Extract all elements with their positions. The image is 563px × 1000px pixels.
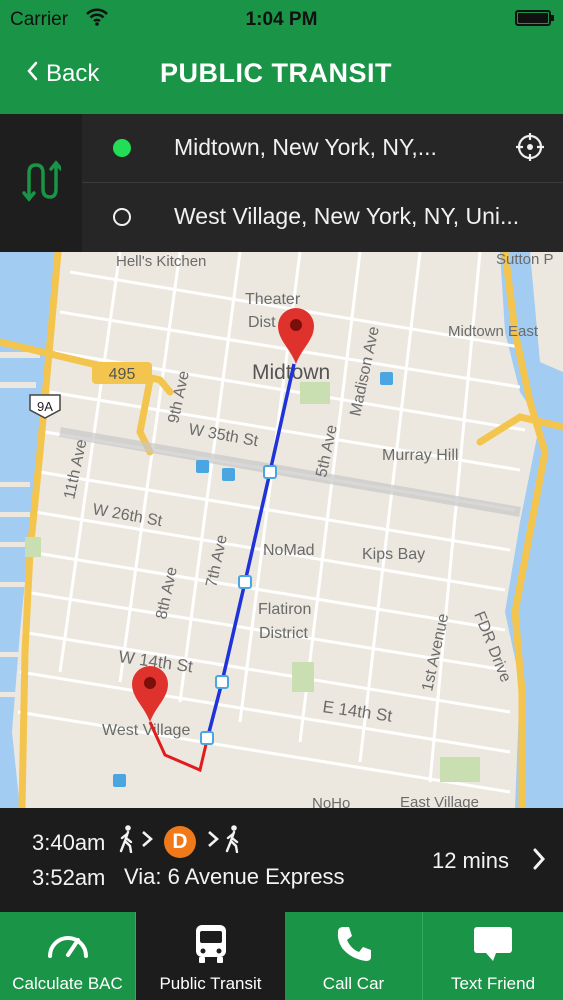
back-label: Back — [46, 60, 100, 87]
map-view[interactable]: 495 9A Hell's Kitchen Sutton P Theater D… — [0, 252, 563, 808]
trip-steps: D — [118, 825, 242, 858]
label-sutton: Sutton P — [496, 252, 554, 268]
walk-icon — [224, 825, 242, 858]
arrival-time: 3:52am — [32, 865, 106, 890]
label-west-village: West Village — [102, 722, 190, 739]
trip-summary[interactable]: 3:40am 3:52am D Via: 6 Avenue Express 12… — [0, 808, 563, 912]
tab-call-car[interactable]: Call Car — [285, 912, 423, 1000]
chevron-left-icon — [26, 60, 38, 88]
destination-address: West Village, New York, NY, Uni... — [174, 203, 520, 229]
current-location-button[interactable] — [515, 132, 545, 168]
route-via: Via: 6 Avenue Express — [124, 864, 345, 889]
status-time: 1:04 PM — [245, 9, 318, 30]
bus-icon — [136, 922, 285, 966]
tab-label: Public Transit — [159, 974, 262, 993]
status-bar: Carrier 1:04 PM — [0, 0, 563, 38]
label-district-cut: Dist — [248, 314, 276, 331]
tab-label: Text Friend — [450, 974, 536, 993]
back-button[interactable]: Back — [26, 60, 99, 88]
label-murray-hill: Murray Hill — [382, 447, 458, 464]
origin-address: Midtown, New York, NY,... — [174, 134, 437, 160]
route-panel: Midtown, New York, NY,... West Village, … — [0, 114, 563, 252]
label-east-village: East Village — [400, 794, 479, 808]
label-hells-kitchen: Hell's Kitchen — [116, 253, 206, 270]
page-title: PUBLIC TRANSIT — [160, 58, 392, 88]
walk-icon — [118, 825, 136, 858]
svg-text:495: 495 — [109, 366, 136, 383]
label-nomad: NoMad — [263, 542, 315, 559]
destination-dot-icon — [113, 208, 131, 226]
battery-icon — [515, 10, 554, 26]
svg-text:9A: 9A — [37, 399, 53, 414]
swap-route-button[interactable] — [0, 114, 82, 252]
trip-duration: 12 mins — [431, 848, 509, 873]
subway-line-badge: D — [164, 825, 196, 858]
label-noho: NoHo — [312, 795, 350, 808]
tab-bar: Calculate BAC Public Transit Call Car Te… — [0, 912, 563, 1000]
label-flatiron: Flatiron — [258, 601, 311, 618]
phone-icon — [285, 922, 422, 966]
origin-dot-icon — [113, 139, 131, 157]
tab-label: Call Car — [322, 974, 385, 993]
label-kips-bay: Kips Bay — [362, 546, 425, 563]
step-chevron-icon — [206, 829, 220, 854]
chat-bubble-icon — [423, 922, 563, 966]
speedometer-icon — [0, 922, 135, 966]
chevron-right-icon — [531, 846, 547, 877]
label-midtown-east: Midtown East — [448, 323, 539, 340]
label-district: District — [259, 625, 308, 642]
step-chevron-icon — [140, 829, 154, 854]
origin-field[interactable]: Midtown, New York, NY,... — [82, 114, 563, 183]
destination-field[interactable]: West Village, New York, NY, Uni... — [82, 183, 563, 251]
label-theater: Theater — [245, 291, 301, 308]
departure-time: 3:40am — [32, 830, 106, 855]
tab-label: Calculate BAC — [12, 974, 123, 993]
tab-public-transit[interactable]: Public Transit — [136, 912, 285, 1000]
tab-text-friend[interactable]: Text Friend — [423, 912, 563, 1000]
swap-icon — [21, 159, 63, 208]
tab-calculate-bac[interactable]: Calculate BAC — [0, 912, 136, 1000]
nav-bar: Back PUBLIC TRANSIT — [0, 38, 563, 114]
